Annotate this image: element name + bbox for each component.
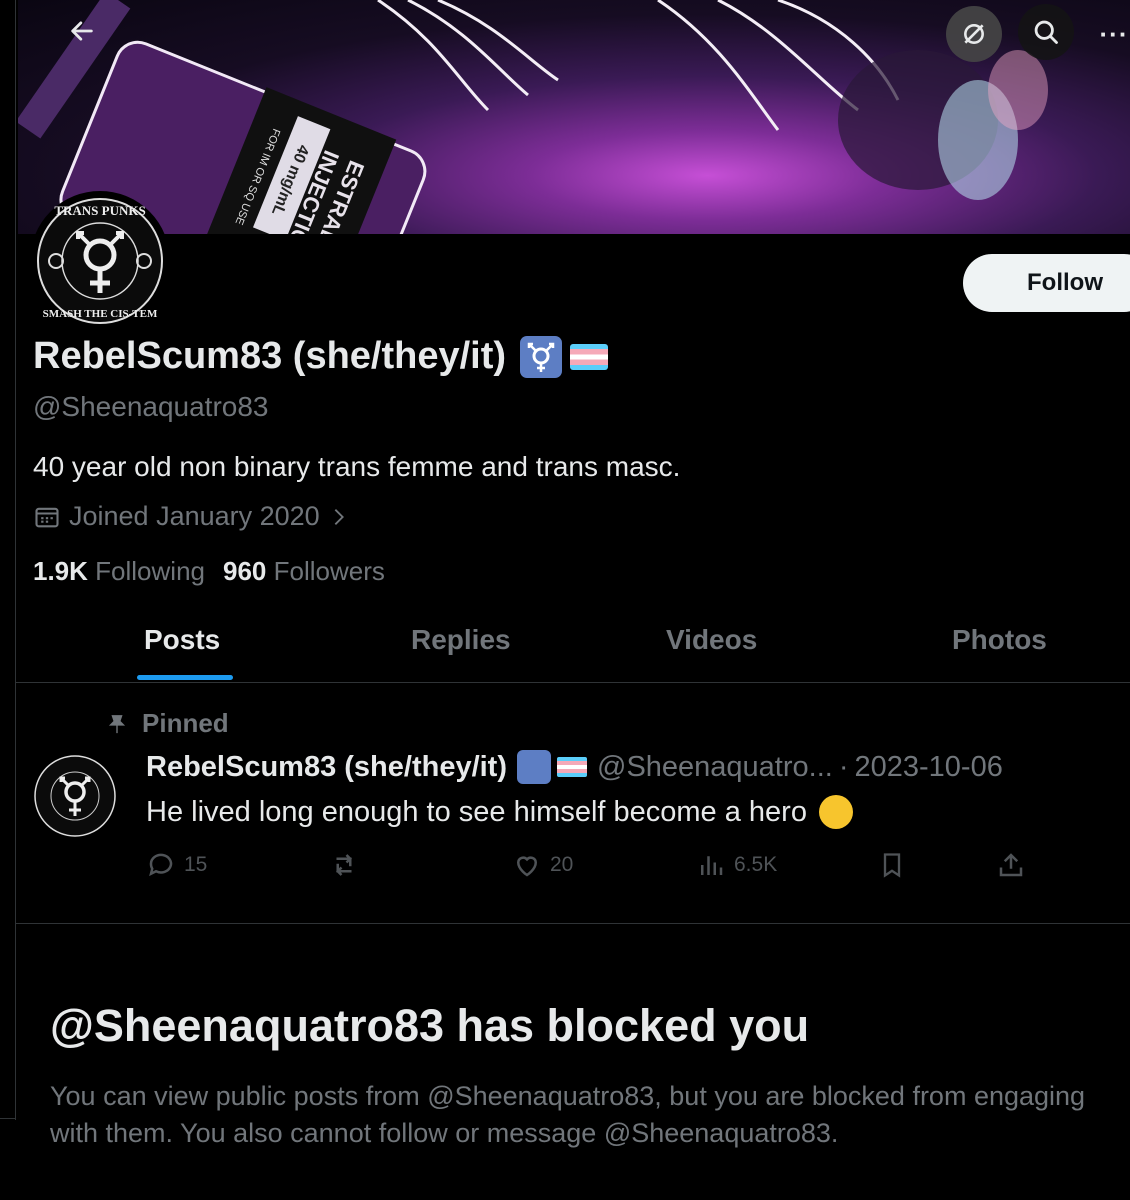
like-button[interactable]: 20 [512,850,573,880]
reply-button[interactable]: 15 [146,850,207,880]
pin-icon [108,714,126,733]
search-icon [1034,20,1058,44]
followers-link[interactable]: 960 Followers [223,556,385,587]
tab-posts[interactable]: Posts [144,624,220,656]
display-name-text: RebelScum83 (she/they/it) [33,335,507,377]
back-button[interactable] [54,3,110,59]
chevron-right-icon [334,508,344,525]
profile-bio: 40 year old non binary trans femme and t… [33,451,681,482]
reply-count: 15 [184,853,208,876]
blocked-message: You can view public posts from @Sheenaqu… [50,1081,1086,1148]
left-border-tick [0,1118,15,1119]
bookmark-icon [883,853,901,878]
share-button[interactable] [996,850,1026,880]
share-icon [999,853,1023,877]
like-count: 20 [550,853,574,876]
heart-icon [516,856,538,877]
arrow-left-icon [71,21,93,41]
blocked-title: @Sheenaquatro83 has blocked you [50,1000,810,1051]
transgender-symbol-icon [517,750,551,784]
reply-icon [149,853,173,877]
views-button[interactable]: 6.5K [696,850,777,880]
avatar-text-bottom: SMASH THE CIS-TEM [43,308,158,320]
avatar-text-top: TRANS PUNKS [54,203,145,218]
muted-button[interactable] [946,6,1002,62]
follow-button-label: Follow [1027,269,1103,296]
pinned-label: Pinned [142,708,229,738]
tweet-text-content: He lived long enough to see himself beco… [146,795,807,828]
follow-stats: 1.9K Following 960 Followers [33,556,385,587]
views-icon [701,856,723,875]
joined-date[interactable]: Joined January 2020 [33,501,350,532]
repost-icon [335,854,353,876]
trans-flag-icon [570,343,609,370]
profile-tabs: Posts Replies Videos Photos [15,610,1130,683]
following-count: 1.9K [33,556,88,586]
search-button[interactable] [1018,4,1074,60]
tweet-actions: 15 20 6.5K [146,850,1026,886]
tweet-author-avatar[interactable] [33,754,117,838]
followers-label: Followers [273,556,385,586]
trans-flag-icon [557,757,587,777]
section-divider [15,923,1130,924]
repost-button[interactable] [329,850,367,880]
transgender-symbol-icon [520,335,563,378]
tweet-date[interactable]: 2023-10-06 [855,751,1003,784]
tweet-text[interactable]: He lived long enough to see himself beco… [146,795,853,829]
tweet-separator: · [838,750,849,783]
more-button[interactable]: ··· [1094,6,1130,62]
trans-punks-logo: TRANS PUNKS SMASH THE CIS-TEM [37,198,163,324]
tab-photos[interactable]: Photos [952,624,1047,656]
pinned-indicator: Pinned [106,708,229,739]
tab-videos[interactable]: Videos [666,624,757,656]
joined-text: Joined January 2020 [69,501,320,531]
tab-replies[interactable]: Replies [411,624,511,656]
follow-button[interactable]: Follow [963,254,1130,312]
left-border [15,0,16,1120]
profile-display-name: RebelScum83 (she/they/it) [33,335,609,378]
tweet-author-handle[interactable]: @Sheenaquatro... [597,751,833,784]
tweet-header: RebelScum83 (she/they/it) @Sheenaquatro.… [146,750,1003,784]
muted-icon [964,24,984,44]
view-count: 6.5K [734,853,778,876]
bookmark-button[interactable] [878,850,906,880]
active-tab-indicator [137,675,233,680]
profile-handle: @Sheenaquatro83 [33,391,269,422]
avatar[interactable]: TRANS PUNKS SMASH THE CIS-TEM [30,191,170,331]
calendar-icon [35,507,59,527]
trans-punks-logo-small [34,755,116,837]
tweet-author-name[interactable]: RebelScum83 (she/they/it) [146,751,507,784]
followers-count: 960 [222,556,267,586]
following-link[interactable]: 1.9K Following [33,556,205,587]
rolling-laughing-emoji-icon [818,795,853,829]
following-label: Following [95,556,205,586]
more-icon: ··· [1099,18,1129,49]
